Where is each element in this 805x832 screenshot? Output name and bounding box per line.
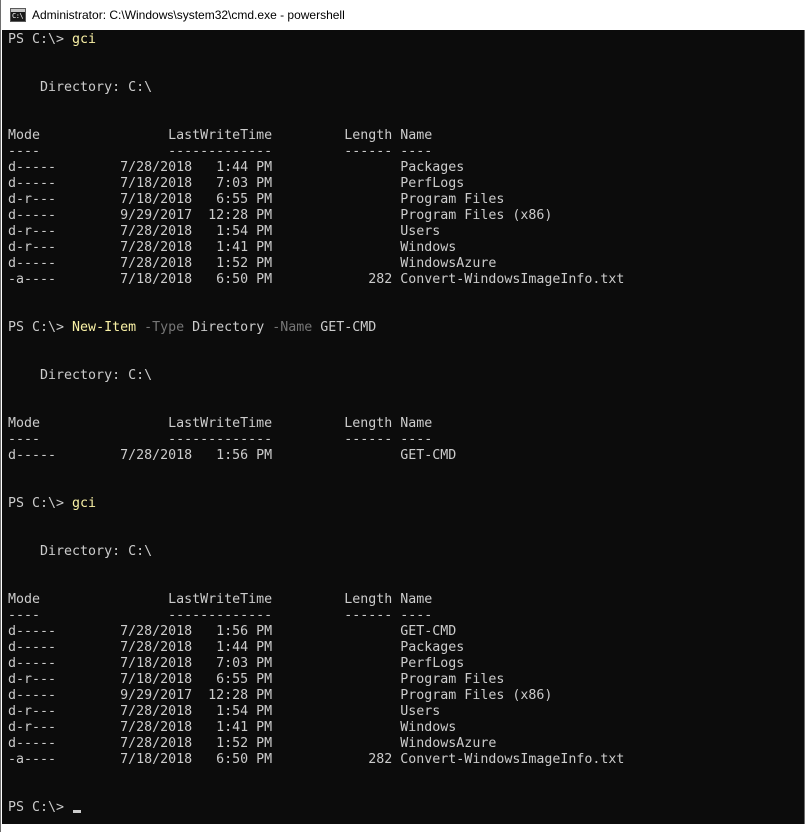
- command-gci: gci: [72, 32, 97, 47]
- table-header: Mode LastWriteTime Length Name: [8, 416, 433, 431]
- directory-header: Directory: C:\: [8, 544, 153, 559]
- table-row: d----- 7/18/2018 7:03 PM PerfLogs: [8, 176, 465, 191]
- table-row: d----- 7/28/2018 1:44 PM Packages: [8, 640, 465, 655]
- table-row: d----- 7/28/2018 1:44 PM Packages: [8, 160, 465, 175]
- console-area[interactable]: PS C:\> gci Directory: C:\ Mode LastWrite…: [2, 30, 804, 824]
- window-title: Administrator: C:\Windows\system32\cmd.e…: [32, 8, 345, 22]
- table-row: d----- 7/28/2018 1:52 PM WindowsAzure: [8, 736, 497, 751]
- command-new-item: New-Item: [72, 320, 137, 335]
- table-row: d----- 7/28/2018 1:52 PM WindowsAzure: [8, 256, 497, 271]
- arg-get-cmd: GET-CMD: [312, 320, 377, 335]
- table-row: d-r--- 7/28/2018 1:41 PM Windows: [8, 720, 457, 735]
- table-header: Mode LastWriteTime Length Name: [8, 128, 433, 143]
- powershell-window: C:\ Administrator: C:\Windows\system32\c…: [0, 0, 805, 832]
- table-row: d-r--- 7/18/2018 6:55 PM Program Files: [8, 672, 505, 687]
- table-row: -a---- 7/18/2018 6:50 PM 282 Convert-Win…: [8, 272, 625, 287]
- table-row: -a---- 7/18/2018 6:50 PM 282 Convert-Win…: [8, 752, 625, 767]
- prompt-line: PS C:\> New-Item -Type Directory -Name G…: [8, 320, 377, 335]
- table-row: d----- 9/29/2017 12:28 PM Program Files …: [8, 688, 553, 703]
- table-row: d-r--- 7/28/2018 1:41 PM Windows: [8, 240, 457, 255]
- command-gci: gci: [72, 496, 97, 511]
- table-row: d-r--- 7/18/2018 6:55 PM Program Files: [8, 192, 505, 207]
- table-row: d-r--- 7/28/2018 1:54 PM Users: [8, 704, 441, 719]
- cmd-console-icon: C:\: [10, 8, 26, 22]
- prompt-line: PS C:\> gci: [8, 496, 97, 511]
- prompt-line: PS C:\> gci: [8, 32, 97, 47]
- table-header: Mode LastWriteTime Length Name: [8, 592, 433, 607]
- table-row: d----- 7/28/2018 1:56 PM GET-CMD: [8, 624, 457, 639]
- title-bar[interactable]: C:\ Administrator: C:\Windows\system32\c…: [1, 0, 805, 30]
- directory-header: Directory: C:\: [8, 80, 153, 95]
- table-separator: ---- ------------- ------ ----: [8, 432, 433, 447]
- param-name: -Name: [264, 320, 313, 335]
- window-bottom-border: [1, 824, 805, 832]
- table-separator: ---- ------------- ------ ----: [8, 144, 433, 159]
- table-row: d----- 7/18/2018 7:03 PM PerfLogs: [8, 656, 465, 671]
- table-row: d----- 9/29/2017 12:28 PM Program Files …: [8, 208, 553, 223]
- console-output: PS C:\> gci Directory: C:\ Mode LastWrite…: [8, 32, 624, 816]
- table-separator: ---- ------------- ------ ----: [8, 608, 433, 623]
- prompt-line: PS C:\>: [8, 800, 624, 816]
- arg-directory: Directory: [184, 320, 265, 335]
- table-row: d----- 7/28/2018 1:56 PM GET-CMD: [8, 448, 457, 463]
- directory-header: Directory: C:\: [8, 368, 153, 383]
- table-row: d-r--- 7/28/2018 1:54 PM Users: [8, 224, 441, 239]
- param-type: -Type: [136, 320, 185, 335]
- text-cursor: [73, 810, 82, 813]
